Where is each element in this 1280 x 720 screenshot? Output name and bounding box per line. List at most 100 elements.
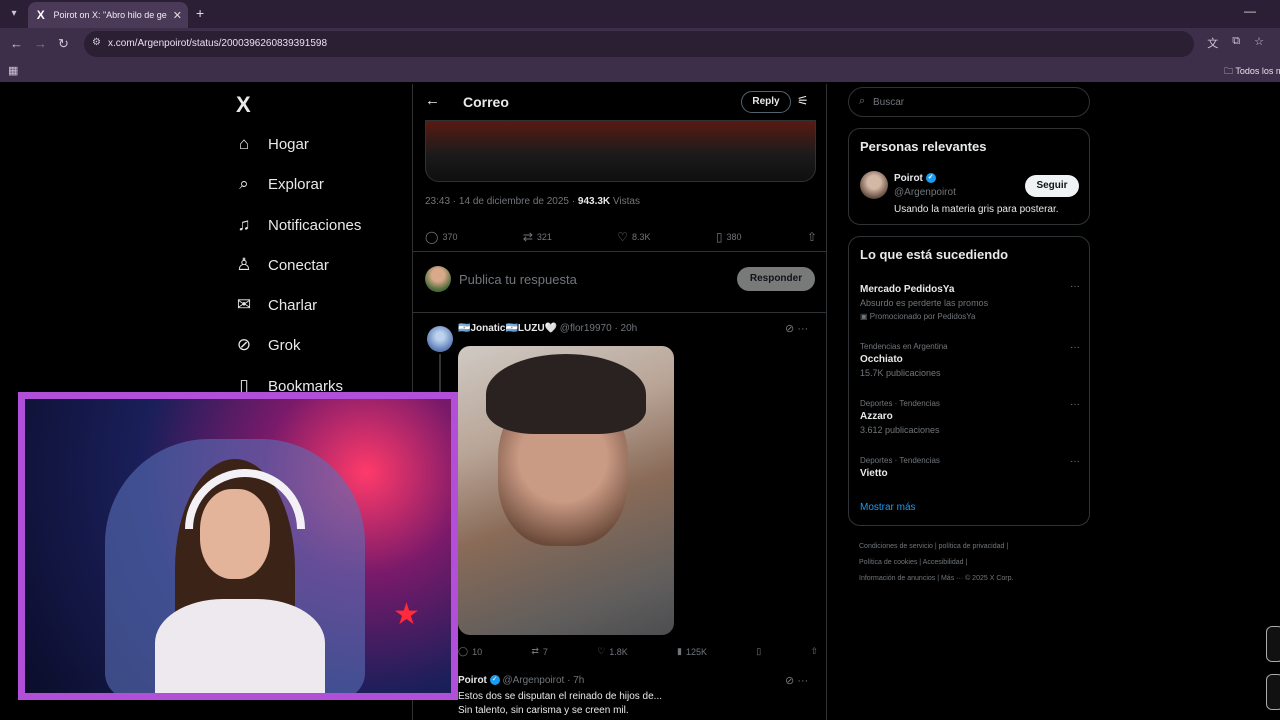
divider (413, 251, 827, 252)
chart-icon: ▮ (677, 646, 682, 656)
footer-line[interactable]: Condiciones de servicio | política de pr… (859, 539, 1089, 555)
reply-author-name[interactable]: Poirot (458, 675, 487, 686)
minimize-window-icon[interactable]: — (1244, 4, 1256, 18)
repost-icon: ⇄ (531, 646, 539, 656)
avatar[interactable] (425, 266, 451, 292)
browser-tab[interactable]: X Poirot on X: "Abro hilo de gente ✕ (28, 2, 188, 28)
more-icon[interactable]: ··· (1070, 342, 1080, 353)
reply-video[interactable] (458, 346, 674, 635)
star-icon: ★ (393, 598, 420, 631)
reply-action[interactable]: ◯ 370 (425, 230, 457, 244)
nav-item-messages[interactable]: ✉ Charlar (234, 295, 317, 315)
back-arrow-icon[interactable]: ← (10, 36, 23, 51)
reply-author-name[interactable]: 🇦🇷Jonatic🇦🇷LUZU🤍 (458, 323, 557, 334)
x-logo-icon[interactable]: X (236, 92, 251, 118)
reply-tools: ⊘ ··· (785, 674, 808, 687)
repost-action[interactable]: ⇄ 321 (523, 230, 552, 244)
nav-item-notifications[interactable]: ♫ Notificaciones (234, 215, 362, 235)
like-action[interactable]: ♡ 1.8K (597, 646, 628, 657)
browser-nav-bar: ← → ↻ ⚙ x.com/Argenpoirot/status/2000396… (0, 28, 1280, 60)
apps-grid-icon[interactable]: ▦ (8, 64, 18, 77)
search-placeholder: Buscar (873, 97, 905, 108)
settings-sliders-icon[interactable]: ⚟ (797, 93, 809, 109)
profile-bio: Usando la materia gris para posterar. (894, 204, 1059, 215)
nav-item-explore[interactable]: ⌕ Explorar (234, 174, 324, 194)
site-info-icon[interactable]: ⚙ (92, 37, 101, 48)
browser-tab-bar: ▾ X Poirot on X: "Abro hilo de gente ✕ +… (0, 0, 1280, 28)
avatar[interactable] (860, 171, 888, 199)
forward-arrow-icon[interactable]: → (34, 36, 47, 51)
trend-item[interactable]: Deportes · Tendencias Azzaro 3.612 publi… (860, 399, 1080, 435)
trend-item[interactable]: Deportes · Tendencias Vietto ··· (860, 456, 1080, 479)
more-icon[interactable]: ··· (797, 675, 808, 687)
more-icon[interactable]: ··· (1070, 456, 1080, 467)
trend-item[interactable]: Tendencias en Argentina Occhiato 15.7K p… (860, 342, 1080, 378)
footer-line[interactable]: Información de anuncios | Más ··· © 2025… (859, 571, 1089, 587)
share-action[interactable]: ⇧ (807, 230, 817, 244)
trend-context: Deportes · Tendencias (860, 456, 940, 465)
footer-line[interactable]: Política de cookies | Accesibilidad | (859, 555, 1089, 571)
trend-subtitle: 3.612 publicaciones (860, 425, 940, 435)
repost-icon: ⇄ (522, 230, 533, 244)
post-actions: ◯ 370 ⇄ 321 ♡ 8.3K ▯ 380 ⇧ (425, 230, 817, 244)
view-count: 943.3K (577, 196, 611, 207)
follow-button[interactable]: Seguir (1025, 175, 1079, 197)
page-title: Correo (463, 94, 509, 110)
reply-author-handle[interactable]: @flor19970 · 20h (557, 323, 637, 334)
new-tab-icon[interactable]: + (196, 5, 204, 21)
back-arrow-icon[interactable]: ← (425, 92, 440, 109)
nav-item-home[interactable]: ⌂ Hogar (234, 134, 309, 154)
reply-button[interactable]: Reply (741, 91, 791, 113)
nav-label: Grok (268, 336, 301, 354)
avatar[interactable] (427, 326, 453, 352)
like-action[interactable]: ♡ 8.3K (617, 230, 650, 244)
all-bookmarks-folder[interactable]: 🗀 Todos los m (1224, 64, 1280, 80)
url-text[interactable]: x.com/Argenpoirot/status/200039626083939… (108, 38, 327, 49)
respond-button[interactable]: Responder (737, 267, 815, 291)
bell-icon: ♫ (237, 215, 251, 234)
views-action[interactable]: ▮ 125K (677, 646, 707, 657)
reply-input[interactable]: Publica tu respuesta (459, 272, 577, 287)
repost-action[interactable]: ⇄ 7 (531, 646, 548, 657)
reload-icon[interactable]: ↻ (58, 36, 69, 52)
like-count: 1.8K (609, 646, 628, 657)
timestamp-text: 23:43 · 14 de diciembre de 2025 · (425, 196, 578, 207)
reply-author-handle[interactable]: @Argenpoirot · 7h (500, 675, 584, 686)
post-media[interactable] (425, 120, 816, 182)
floating-widget[interactable] (1266, 626, 1280, 662)
nav-item-grok[interactable]: ⊘ Grok (234, 335, 301, 355)
more-icon[interactable]: ··· (797, 323, 808, 335)
nav-item-connect[interactable]: ♙ Conectar (234, 255, 329, 275)
more-icon[interactable]: ··· (1070, 281, 1080, 292)
reply-action[interactable]: ◯ 10 (458, 646, 482, 657)
bookmarks-bar: ▦ 🗀 Todos los m (0, 60, 1280, 82)
bookmark-action[interactable]: ▯ (756, 646, 761, 657)
divider (413, 312, 827, 313)
show-more-link[interactable]: Mostrar más (860, 502, 916, 513)
bookmark-action[interactable]: ▯ 380 (716, 230, 742, 244)
install-icon[interactable]: ⧉ (1232, 35, 1240, 51)
grok-icon[interactable]: ⊘ (785, 675, 794, 687)
verified-badge-icon: ✓ (489, 675, 500, 686)
tab-close-icon[interactable]: ✕ (173, 9, 182, 22)
address-bar[interactable]: ⚙ x.com/Argenpoirot/status/2000396260839… (84, 31, 1264, 57)
grok-icon[interactable]: ⊘ (785, 323, 794, 335)
all-bookmarks-label: Todos los m (1235, 66, 1280, 76)
translate-icon[interactable]: 文 (1207, 35, 1218, 51)
profile-handle[interactable]: @Argenpoirot (894, 187, 956, 198)
floating-widget[interactable] (1266, 674, 1280, 710)
more-icon[interactable]: ··· (1070, 399, 1080, 410)
profile-name[interactable]: Poirot ✓ (894, 173, 936, 184)
reply-count: 370 (442, 232, 458, 242)
reply-text-line: Sin talento, sin carisma y se creen mil. (458, 705, 629, 716)
bookmark-star-icon[interactable]: ☆ (1254, 35, 1264, 51)
nav-label: Charlar (268, 296, 318, 314)
tab-search-icon[interactable]: ▾ (6, 6, 22, 22)
search-input[interactable]: ⌕ Buscar (848, 87, 1090, 117)
share-action[interactable]: ⇧ (810, 646, 818, 657)
post-timestamp: 23:43 · 14 de diciembre de 2025 · 943.3K… (425, 196, 640, 207)
main-timeline: ← Correo Reply ⚟ 23:43 · 14 de diciembre… (412, 84, 827, 720)
reply-header: 🇦🇷Jonatic🇦🇷LUZU🤍 @flor19970 · 20h (458, 323, 637, 334)
trend-item[interactable]: Mercado PedidosYa Absurdo es perderte la… (860, 281, 1080, 321)
search-icon: ⌕ (859, 95, 866, 107)
